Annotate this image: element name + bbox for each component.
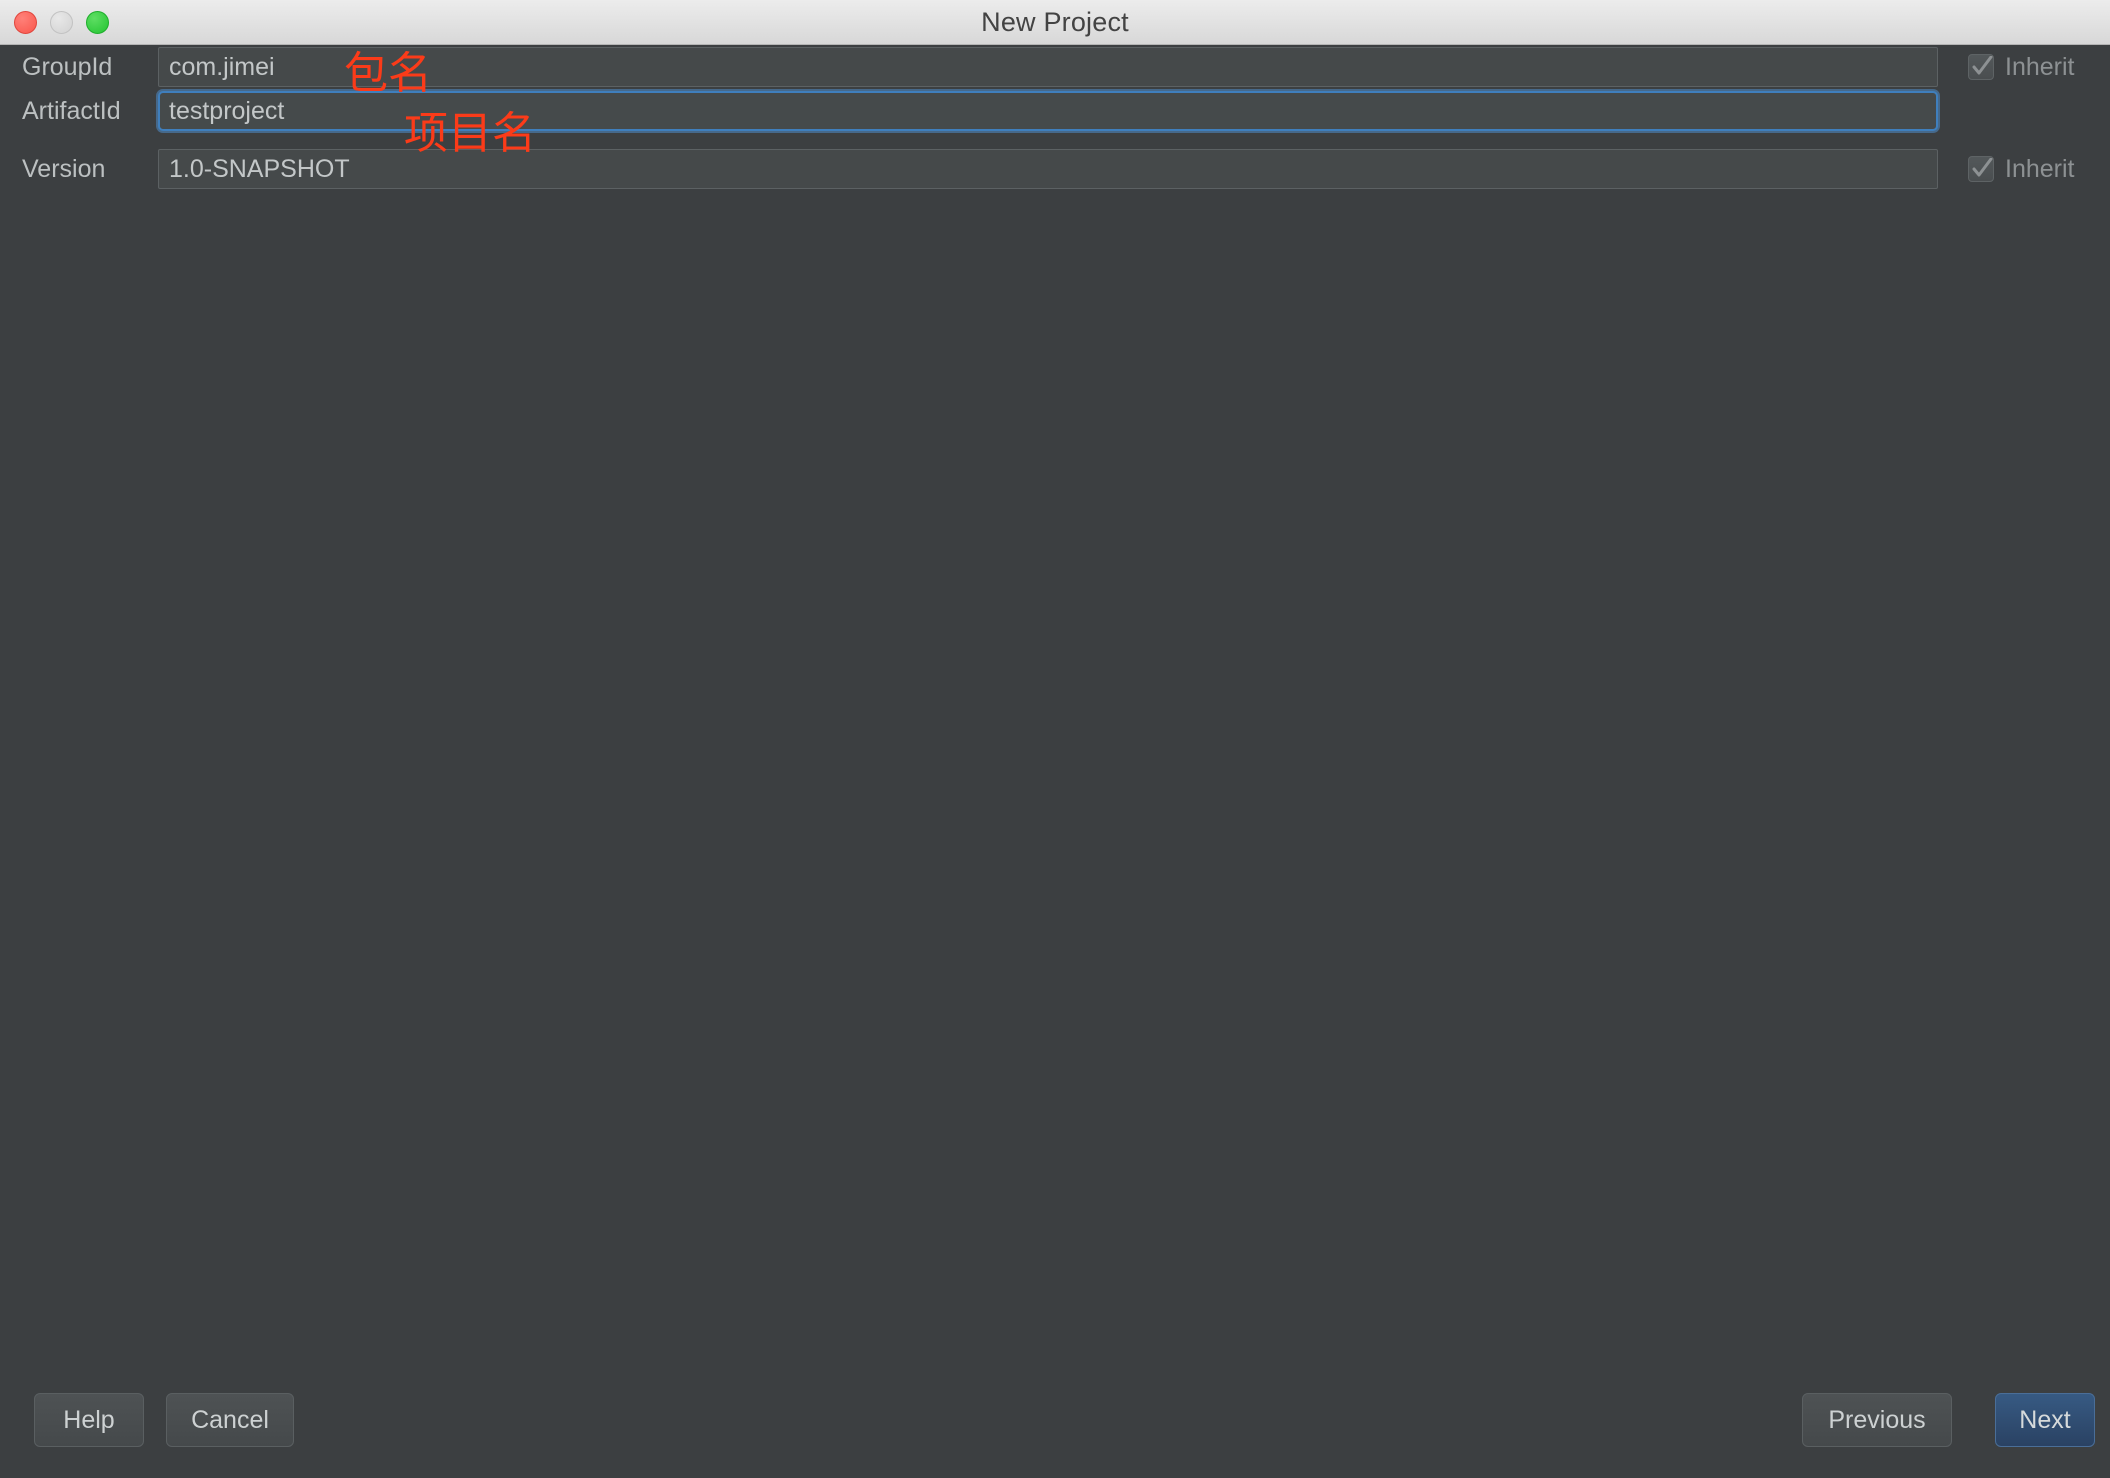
groupid-inherit-checkbox[interactable]: Inherit: [1968, 47, 2074, 87]
artifactid-input[interactable]: testproject: [158, 91, 1938, 131]
form-row-artifactid: ArtifactId testproject: [0, 89, 2110, 133]
form-row-version: Version 1.0-SNAPSHOT Inherit: [0, 147, 2110, 191]
groupid-label: GroupId: [22, 53, 113, 81]
next-button[interactable]: Next: [1995, 1393, 2095, 1447]
checkmark-icon: [1968, 156, 1994, 182]
groupid-input[interactable]: com.jimei: [158, 47, 1938, 87]
new-project-dialog: New Project GroupId com.jimei Inherit Ar…: [0, 0, 2110, 1478]
form-row-groupid: GroupId com.jimei Inherit: [0, 45, 2110, 89]
previous-button[interactable]: Previous: [1802, 1393, 1952, 1447]
version-input[interactable]: 1.0-SNAPSHOT: [158, 149, 1938, 189]
version-label: Version: [22, 155, 106, 183]
checkmark-icon: [1968, 54, 1994, 80]
cancel-button[interactable]: Cancel: [166, 1393, 294, 1447]
groupid-value: com.jimei: [169, 53, 275, 81]
artifactid-label: ArtifactId: [22, 97, 121, 125]
version-inherit-checkbox[interactable]: Inherit: [1968, 149, 2074, 189]
title-bar: New Project: [0, 0, 2110, 45]
window-title: New Project: [981, 7, 1129, 37]
groupid-inherit-label: Inherit: [2005, 52, 2075, 81]
help-button[interactable]: Help: [34, 1393, 144, 1447]
artifactid-value: testproject: [169, 97, 285, 125]
version-inherit-label: Inherit: [2005, 154, 2075, 183]
version-value: 1.0-SNAPSHOT: [169, 155, 350, 183]
